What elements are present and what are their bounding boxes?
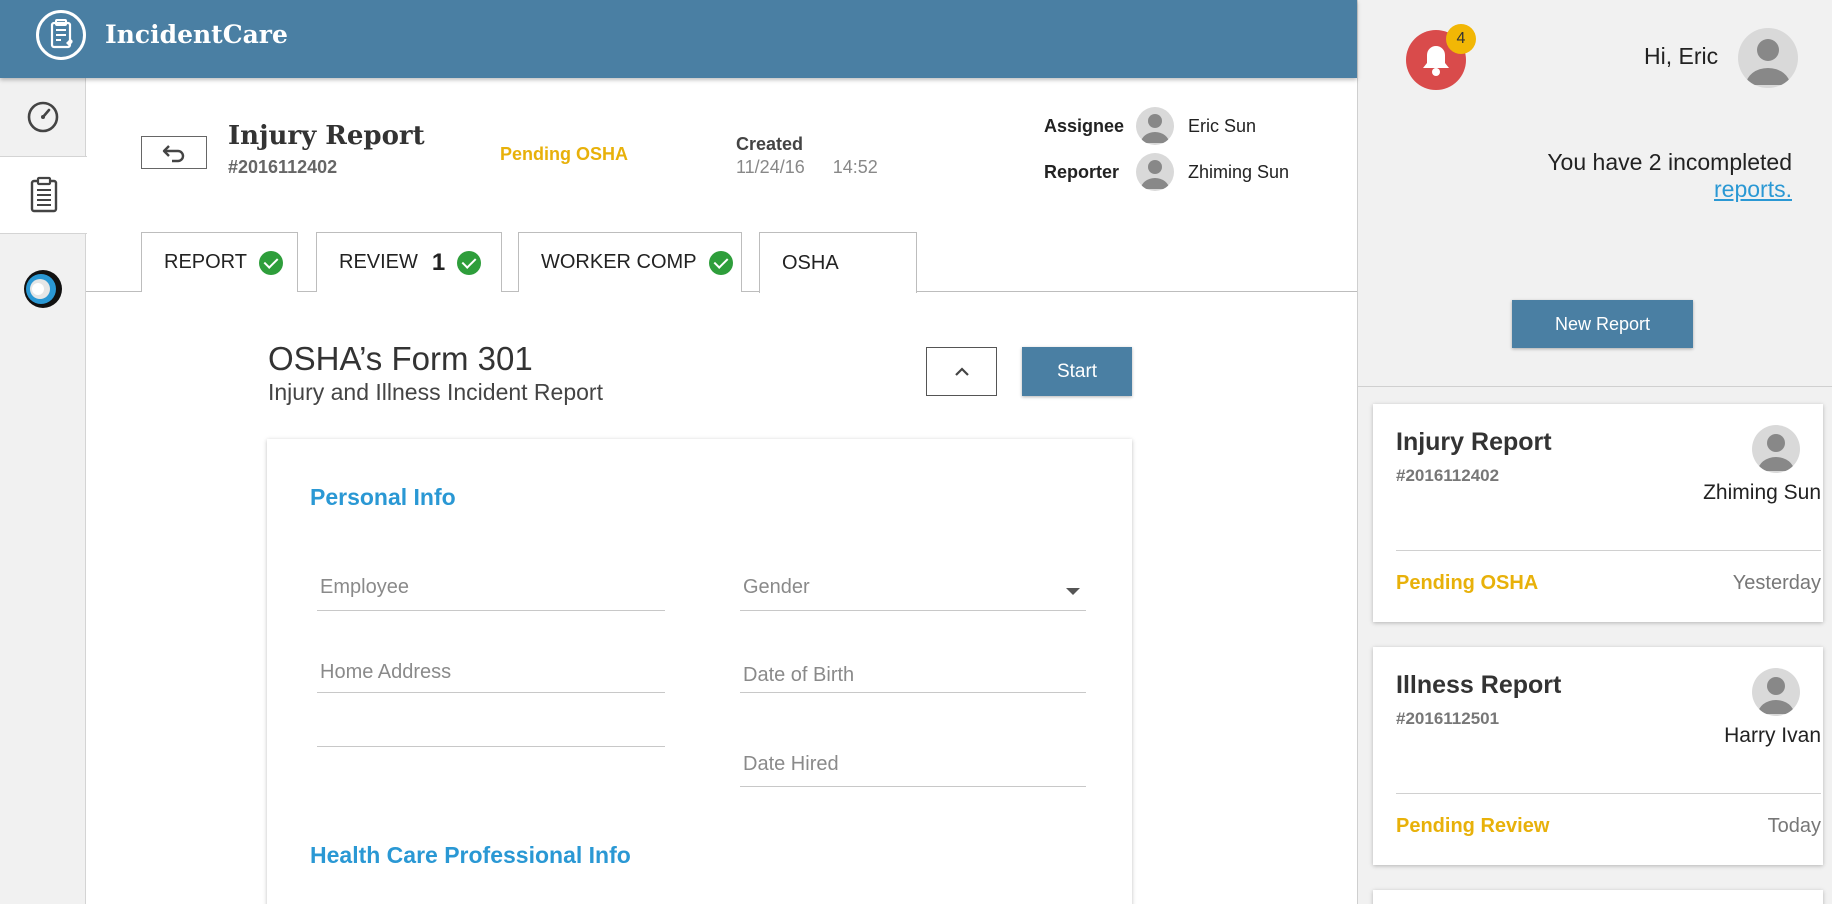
tab-report-label: REPORT bbox=[164, 251, 247, 273]
person-icon bbox=[1758, 677, 1794, 714]
incomplete-reports-link[interactable]: reports. bbox=[1714, 176, 1792, 203]
created-value: 11/24/16 14:52 bbox=[736, 157, 878, 178]
tab-osha[interactable]: OSHA bbox=[759, 232, 917, 293]
employee-placeholder: Employee bbox=[320, 576, 409, 598]
tab-worker-comp-label: WORKER COMP bbox=[541, 251, 697, 273]
report-card-person: Harry Ivan bbox=[1724, 724, 1821, 747]
tab-review-count: 1 bbox=[431, 248, 446, 276]
nav-item-reports[interactable] bbox=[0, 156, 87, 234]
check-circle-icon bbox=[708, 250, 733, 275]
report-card-time: Yesterday bbox=[1732, 572, 1821, 594]
report-number: #2016112402 bbox=[228, 157, 338, 177]
report-card-number: #2016112402 bbox=[1396, 466, 1500, 485]
dropdown-arrow-icon bbox=[1066, 588, 1080, 595]
reporter-avatar[interactable] bbox=[1136, 153, 1174, 191]
report-card-avatar bbox=[1752, 425, 1800, 473]
tab-report[interactable]: REPORT bbox=[141, 232, 298, 292]
person-icon bbox=[1746, 39, 1790, 85]
form-title: OSHA’s Form 301 bbox=[268, 340, 533, 377]
collapse-button[interactable] bbox=[926, 347, 997, 396]
report-card[interactable]: Injury Report #2016112402 Zhiming Sun Pe… bbox=[1373, 404, 1823, 622]
report-card-divider bbox=[1396, 550, 1821, 551]
start-button[interactable]: Start bbox=[1022, 347, 1132, 396]
report-card-divider bbox=[1396, 793, 1821, 794]
tab-osha-label: OSHA bbox=[782, 251, 839, 274]
report-status-badge: Pending OSHA bbox=[500, 144, 629, 164]
assignee-name: Eric Sun bbox=[1188, 116, 1257, 136]
panel-divider bbox=[1358, 386, 1832, 387]
reporter-name: Zhiming Sun bbox=[1188, 162, 1290, 182]
check-circle-icon bbox=[258, 250, 283, 275]
assignee-avatar[interactable] bbox=[1136, 107, 1174, 145]
created-label: Created bbox=[736, 134, 804, 154]
tab-worker-comp[interactable]: WORKER COMP bbox=[518, 232, 742, 292]
top-bar: IncidentCare bbox=[0, 0, 1357, 78]
back-button[interactable] bbox=[141, 136, 207, 169]
date-of-birth-placeholder: Date of Birth bbox=[743, 664, 855, 686]
created-time: 14:52 bbox=[832, 157, 878, 177]
clipboard-icon bbox=[30, 176, 57, 213]
user-greeting: Hi, Eric bbox=[1644, 43, 1719, 69]
check-circle-icon bbox=[457, 250, 482, 275]
report-card-status: Pending OSHA bbox=[1396, 572, 1539, 594]
notification-count-badge: 4 bbox=[1446, 24, 1476, 54]
report-card-number: #2016112501 bbox=[1396, 709, 1500, 728]
right-panel: 4 Hi, Eric You have 2 incompleted report… bbox=[1357, 0, 1832, 904]
dashboard-gauge-icon bbox=[27, 101, 59, 133]
user-avatar[interactable] bbox=[1738, 28, 1798, 88]
app-logo-icon[interactable] bbox=[36, 10, 86, 60]
report-card-title: Illness Report bbox=[1396, 671, 1562, 699]
reporter-label: Reporter bbox=[1044, 162, 1120, 182]
report-card-status: Pending Review bbox=[1396, 815, 1550, 837]
date-hired-field[interactable]: Date Hired bbox=[740, 753, 1086, 787]
date-hired-placeholder: Date Hired bbox=[743, 753, 839, 775]
circle-logo-icon bbox=[24, 270, 62, 308]
chevron-up-icon bbox=[954, 366, 969, 376]
form-subtitle: Injury and Illness Incident Report bbox=[268, 379, 603, 405]
left-nav bbox=[0, 78, 87, 904]
report-card-avatar bbox=[1752, 668, 1800, 716]
home-address-field[interactable]: Home Address bbox=[317, 661, 665, 693]
report-card-partial[interactable] bbox=[1373, 890, 1823, 904]
report-card-person: Zhiming Sun bbox=[1703, 481, 1821, 504]
report-title: Injury Report bbox=[228, 121, 425, 151]
report-card-time: Today bbox=[1767, 815, 1821, 837]
undo-arrow-icon bbox=[162, 144, 185, 162]
nav-item-dashboard[interactable] bbox=[0, 78, 86, 156]
report-card-title: Injury Report bbox=[1396, 428, 1552, 456]
app-root: IncidentCare Injury Report #2016112402 P… bbox=[0, 0, 1832, 904]
app-title: IncidentCare bbox=[105, 20, 288, 49]
created-date: 11/24/16 bbox=[736, 157, 805, 177]
person-icon bbox=[1758, 434, 1794, 471]
gender-select[interactable]: Gender bbox=[740, 576, 1086, 611]
home-address-line2-field[interactable] bbox=[317, 714, 665, 747]
employee-field[interactable]: Employee bbox=[317, 576, 665, 611]
nav-item-brand[interactable] bbox=[0, 250, 86, 328]
assignee-label: Assignee bbox=[1044, 116, 1125, 136]
tab-review-label: REVIEW bbox=[339, 251, 418, 273]
new-report-button[interactable]: New Report bbox=[1512, 300, 1693, 348]
date-of-birth-field[interactable]: Date of Birth bbox=[740, 664, 1086, 693]
gender-placeholder: Gender bbox=[743, 576, 810, 598]
incomplete-reports-text: You have 2 incompleted bbox=[1547, 149, 1792, 175]
report-card[interactable]: Illness Report #2016112501 Harry Ivan Pe… bbox=[1373, 647, 1823, 865]
home-address-placeholder: Home Address bbox=[320, 661, 452, 683]
section-personal-info: Personal Info bbox=[310, 484, 456, 510]
tab-review[interactable]: REVIEW 1 bbox=[316, 232, 502, 292]
person-icon bbox=[1141, 114, 1169, 143]
person-icon bbox=[1141, 160, 1169, 189]
section-health-care-info: Health Care Professional Info bbox=[310, 842, 631, 868]
